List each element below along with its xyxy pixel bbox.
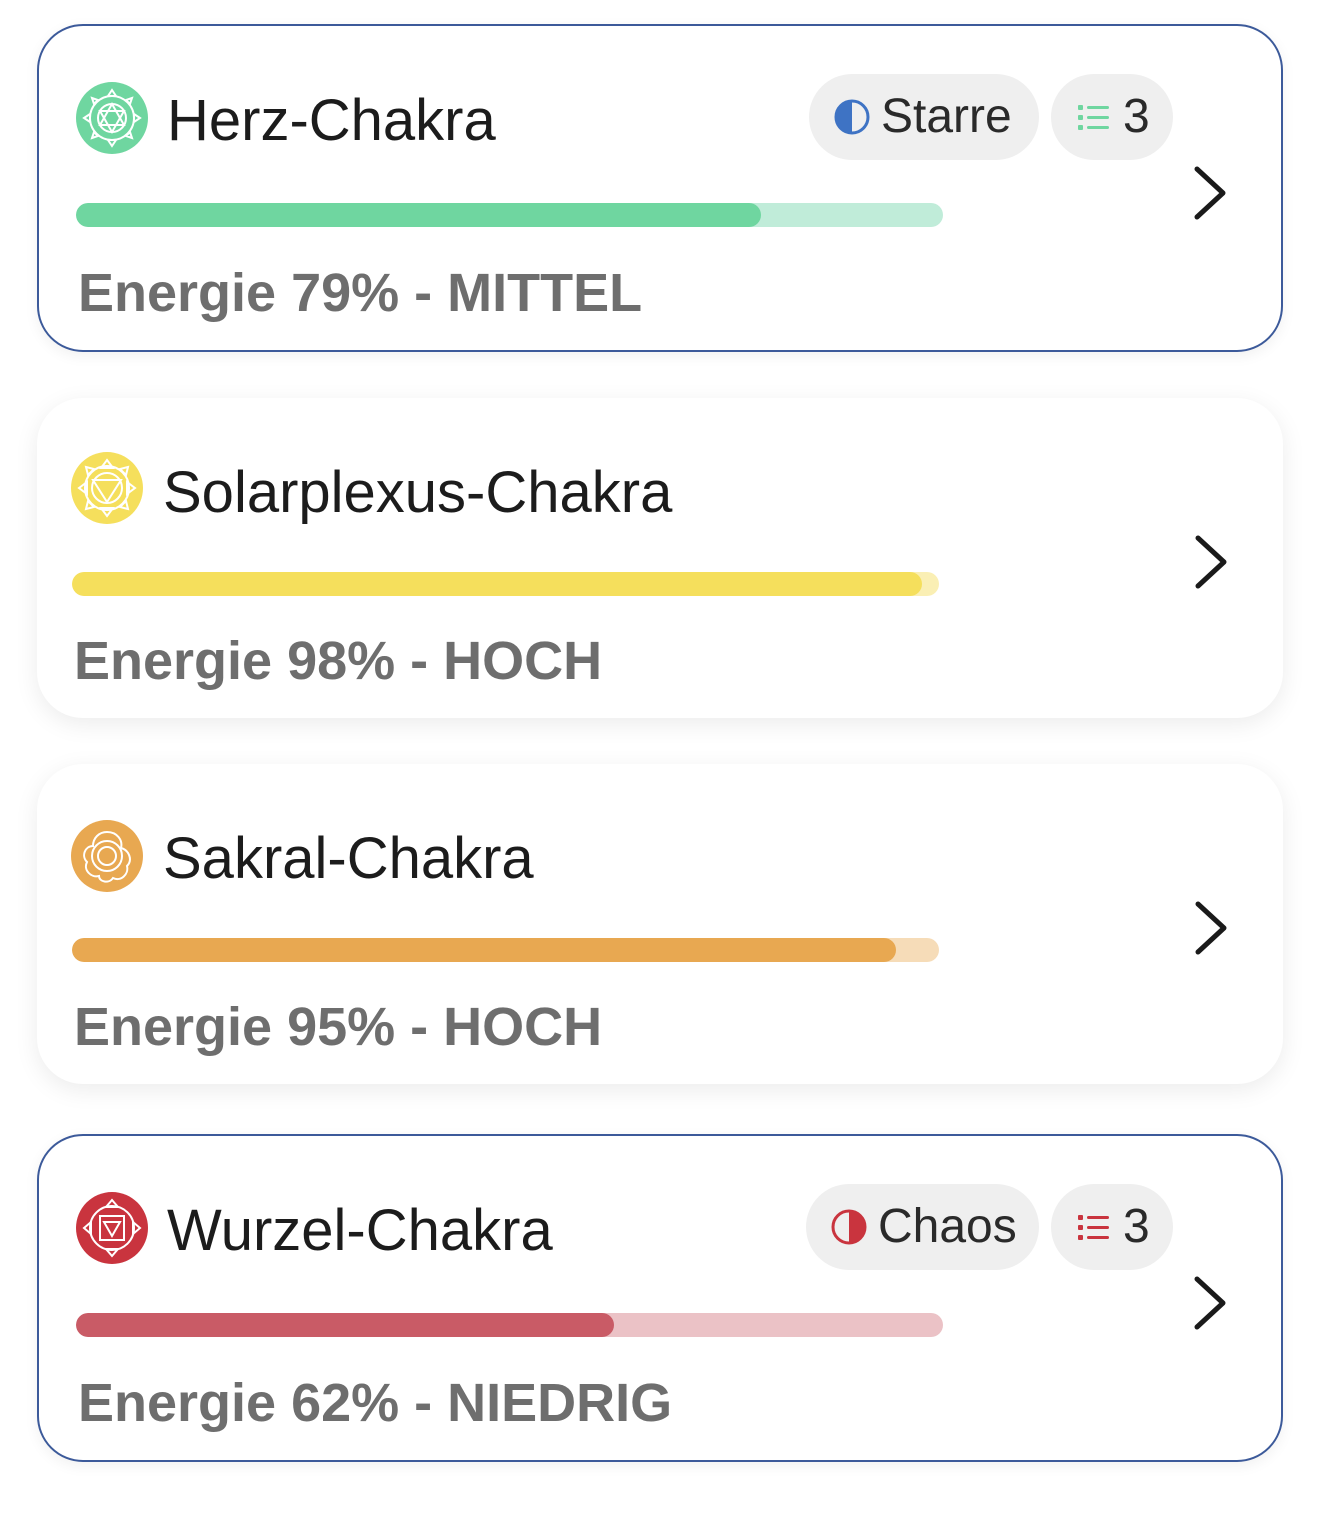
- chakra-title: Wurzel-Chakra: [167, 1198, 553, 1263]
- energy-label: Energie 95% - HOCH: [74, 997, 603, 1057]
- chakra-card-wurzel[interactable]: Wurzel-Chakra Chaos 3 Energie 62% - NIED…: [37, 1134, 1283, 1462]
- chakra-title: Herz-Chakra: [167, 88, 496, 153]
- energy-bar: [72, 938, 939, 962]
- energy-bar: [72, 572, 939, 596]
- count-badge[interactable]: 3: [1051, 1184, 1173, 1270]
- energy-bar-fill: [72, 938, 896, 962]
- half-circle-icon: [830, 1208, 868, 1246]
- chakra-title: Solarplexus-Chakra: [163, 460, 673, 525]
- chevron-right-icon[interactable]: [1189, 1273, 1233, 1333]
- energy-bar-fill: [76, 203, 761, 227]
- list-icon: [1075, 1208, 1113, 1246]
- energy-bar-fill: [76, 1313, 614, 1337]
- state-label: Starre: [881, 90, 1012, 143]
- energy-label: Energie 98% - HOCH: [74, 631, 603, 691]
- chakra-card-sakral[interactable]: Sakral-Chakra Energie 95% - HOCH: [37, 764, 1283, 1084]
- energy-bar-fill: [72, 572, 922, 596]
- root-chakra-icon: [76, 1192, 148, 1264]
- state-badge-chaos[interactable]: Chaos: [806, 1184, 1039, 1270]
- chevron-right-icon[interactable]: [1189, 163, 1233, 223]
- chakra-title: Sakral-Chakra: [163, 826, 534, 891]
- state-label: Chaos: [878, 1200, 1017, 1253]
- energy-bar: [76, 203, 943, 227]
- heart-chakra-icon: [76, 82, 148, 154]
- chakra-card-solarplexus[interactable]: Solarplexus-Chakra Energie 98% - HOCH: [37, 398, 1283, 718]
- sacral-chakra-icon: [71, 820, 143, 892]
- count-value: 3: [1123, 1200, 1150, 1253]
- energy-label: Energie 79% - MITTEL: [78, 263, 643, 323]
- chakra-card-herz[interactable]: Herz-Chakra Starre 3 Energie 79% - MITTE…: [37, 24, 1283, 352]
- energy-bar: [76, 1313, 943, 1337]
- list-icon: [1075, 98, 1113, 136]
- half-circle-icon: [833, 98, 871, 136]
- chevron-right-icon[interactable]: [1190, 898, 1234, 958]
- state-badge-starre[interactable]: Starre: [809, 74, 1039, 160]
- count-value: 3: [1123, 90, 1150, 143]
- chevron-right-icon[interactable]: [1190, 532, 1234, 592]
- count-badge[interactable]: 3: [1051, 74, 1173, 160]
- solar-plexus-chakra-icon: [71, 452, 143, 524]
- energy-label: Energie 62% - NIEDRIG: [78, 1373, 673, 1433]
